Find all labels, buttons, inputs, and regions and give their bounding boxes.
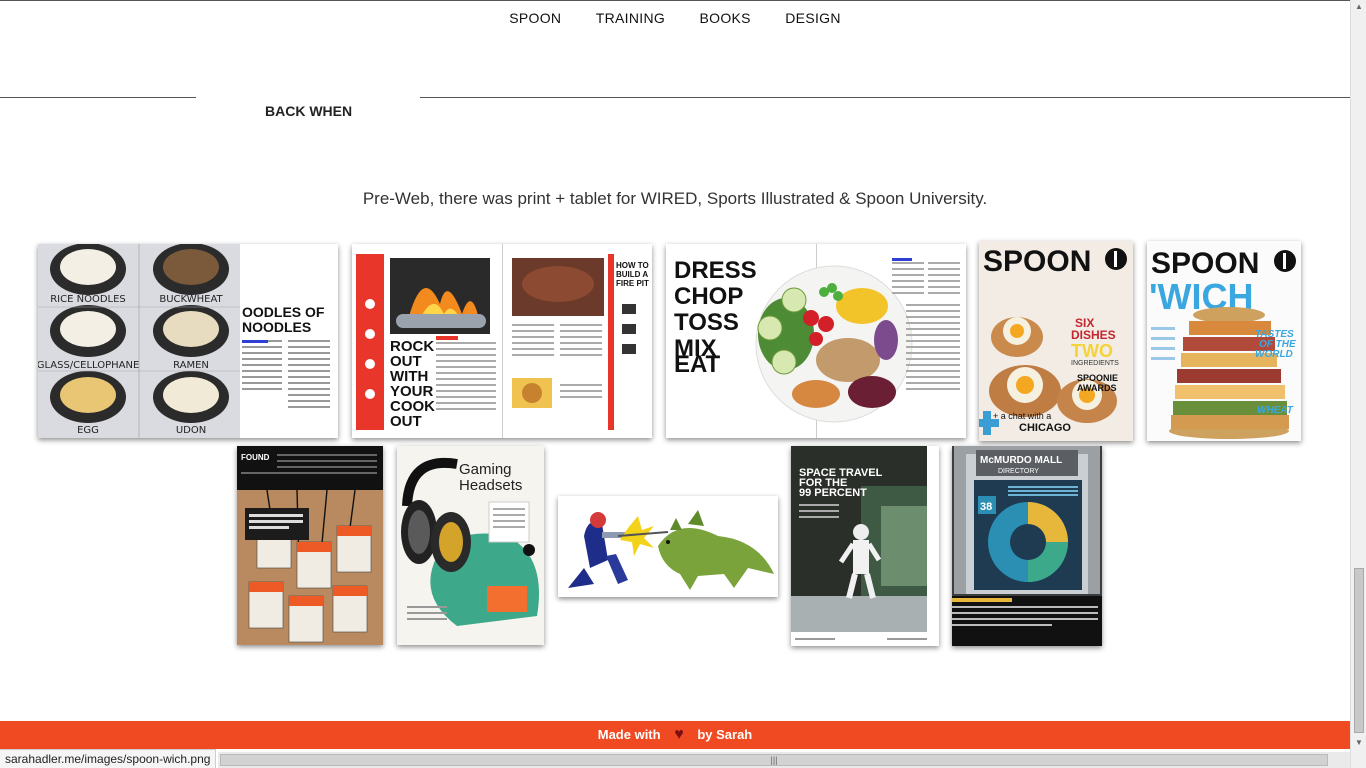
firepit-side-title-0: HOW TO: [616, 261, 649, 270]
vertical-scrollbar[interactable]: ▲ ▼: [1350, 0, 1366, 768]
mall-title-2: DIRECTORY: [998, 468, 1039, 475]
gallery-noodles-spread[interactable]: RICE NOODLES BUCKWHEAT GLASS/CELLOPHANE …: [38, 244, 338, 438]
noodle-label-glass: GLASS/CELLOPHANE: [38, 360, 139, 371]
mall-title-1: McMURDO MALL: [980, 455, 1062, 466]
spoon-cover-1-teaser-4: INGREDIENTS: [1071, 360, 1119, 367]
nav-training[interactable]: TRAINING: [596, 10, 665, 26]
noodles-title-2: NOODLES: [242, 319, 311, 335]
noodle-label-udon: UDON: [176, 425, 206, 436]
scroll-down-arrow-icon[interactable]: ▼: [1354, 738, 1364, 747]
salad-headline-4: EAT: [674, 351, 721, 378]
found-badges-image: FOUND: [237, 446, 383, 645]
gallery-firepit-spread[interactable]: ROCK OUT WITH YOUR COOK OUT HOW TO BUILD…: [352, 244, 652, 438]
spoon-cover-1-logo: SPOON: [983, 245, 1091, 278]
spoon-cover-2-side-4: WHEAT: [1257, 405, 1294, 416]
noodle-label-rice: RICE NOODLES: [50, 294, 126, 305]
mall-level: 38: [980, 501, 992, 513]
intro-text: Pre-Web, there was print + tablet for WI…: [362, 189, 988, 208]
section-divider-right: [420, 97, 1350, 98]
spoon-cover-1-teaser-3: TWO: [1071, 341, 1113, 361]
noodle-label-ramen: RAMEN: [173, 360, 209, 371]
salad-headline-1: CHOP: [674, 283, 743, 310]
headsets-title-2: Headsets: [459, 477, 522, 494]
horizontal-scrollbar-thumb[interactable]: |||: [220, 754, 1328, 766]
spoon-cover-1-teaser-8: CHICAGO: [1019, 422, 1071, 434]
noodles-title-1: OODLES OF: [242, 304, 325, 320]
footer-made-with: Made with: [597, 727, 661, 742]
vertical-scrollbar-thumb[interactable]: [1354, 568, 1364, 733]
firepit-side-title-2: FIRE PIT: [616, 279, 649, 288]
salad-headline-0: DRESS: [674, 257, 757, 284]
salad-headline-2: TOSS: [674, 309, 739, 336]
heart-icon: ♥: [674, 726, 684, 743]
salad-spread-image: DRESS CHOP TOSS MIX EAT: [674, 244, 960, 438]
noodle-label-buckwheat: BUCKWHEAT: [159, 294, 223, 305]
nav-spoon[interactable]: SPOON: [509, 10, 561, 26]
footer-bar: Made with ♥ by Sarah: [0, 721, 1350, 749]
nav-books[interactable]: BOOKS: [700, 10, 751, 26]
space-travel-image: SPACE TRAVEL FOR THE 99 PERCENT: [791, 446, 939, 646]
section-title[interactable]: BACK WHEN: [265, 103, 352, 119]
gallery-salad-spread[interactable]: DRESS CHOP TOSS MIX EAT: [666, 244, 966, 438]
firepit-headline-5: OUT: [390, 413, 422, 430]
gallery-spoon-cover-2[interactable]: SPOON 'WICH TASTES OF THE WORLD WHEAT: [1147, 241, 1301, 441]
nav-design[interactable]: DESIGN: [785, 10, 840, 26]
gallery-mcmurdo-mall[interactable]: McMURDO MALL DIRECTORY 38: [952, 446, 1102, 646]
noodles-spread-image: RICE NOODLES BUCKWHEAT GLASS/CELLOPHANE …: [38, 244, 330, 438]
gallery-space-travel[interactable]: SPACE TRAVEL FOR THE 99 PERCENT: [791, 446, 939, 646]
gallery-gaming-headsets[interactable]: Gaming Headsets: [397, 446, 544, 645]
found-title: FOUND: [241, 453, 270, 462]
spoon-cover-2-side-3: WORLD: [1255, 349, 1293, 360]
gallery-cartoon-illustration[interactable]: [558, 496, 778, 597]
headsets-title-1: Gaming: [459, 461, 512, 478]
status-bar-url: sarahadler.me/images/spoon-wich.png: [0, 749, 217, 768]
horizontal-scrollbar[interactable]: |||: [218, 752, 1350, 768]
mcmurdo-mall-image: McMURDO MALL DIRECTORY 38: [952, 446, 1102, 646]
noodle-label-egg: EGG: [77, 425, 99, 436]
spoon-cover-1-teaser-2: DISHES: [1071, 328, 1116, 342]
space-title-3: 99 PERCENT: [799, 487, 867, 499]
spoon-cover-1-teaser-6: AWARDS: [1077, 383, 1117, 393]
spoon-cover-2-image: SPOON 'WICH TASTES OF THE WORLD WHEAT: [1147, 241, 1301, 441]
gallery-found-badges[interactable]: FOUND: [237, 446, 383, 645]
scroll-up-arrow-icon[interactable]: ▲: [1354, 2, 1364, 11]
firepit-spread-image: ROCK OUT WITH YOUR COOK OUT HOW TO BUILD…: [356, 244, 649, 438]
gallery-spoon-cover-1[interactable]: SPOON SIX DISHES TWO INGREDIENTS SPOONIE…: [979, 241, 1133, 441]
main-nav: SPOON TRAINING BOOKS DESIGN: [0, 10, 1350, 28]
top-border: [0, 0, 1350, 1]
spoon-cover-1-image: SPOON SIX DISHES TWO INGREDIENTS SPOONIE…: [979, 241, 1133, 441]
spoon-cover-1-teaser-5: SPOONIE: [1077, 373, 1118, 383]
footer-by: by Sarah: [697, 727, 753, 742]
section-divider-left: [0, 97, 196, 98]
gaming-headsets-image: Gaming Headsets: [397, 446, 544, 645]
firepit-side-title-1: BUILD A: [616, 270, 648, 279]
spoon-cover-1-teaser-7: + a chat with a: [993, 411, 1051, 421]
cartoon-illustration-image: [558, 496, 778, 597]
